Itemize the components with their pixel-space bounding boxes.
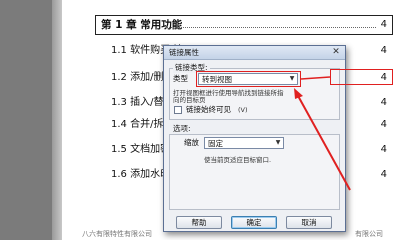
annotation-arrow-icon — [294, 76, 351, 191]
annotation-arrow-layer — [294, 76, 351, 191]
